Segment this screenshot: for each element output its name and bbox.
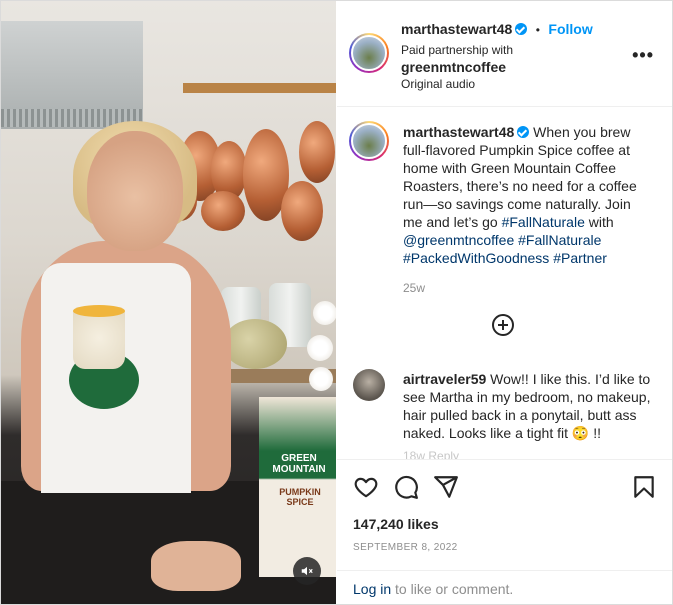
author-avatar[interactable]: [349, 33, 389, 73]
hashtag-link[interactable]: #FallNaturale: [518, 232, 601, 248]
post-details-panel: marthastewart48 • Follow Paid partnershi…: [337, 1, 672, 604]
separator-dot: •: [535, 23, 540, 37]
verified-icon: [515, 23, 528, 35]
copper-pan: [281, 181, 323, 241]
comment-button[interactable]: [393, 474, 419, 500]
author-avatar-image: [351, 35, 387, 71]
commenter-avatar[interactable]: [353, 369, 385, 401]
copper-pan: [299, 121, 335, 183]
box-brand-text: GREEN MOUNTAIN: [272, 453, 326, 475]
add-circle-icon[interactable]: [492, 314, 514, 336]
audio-link[interactable]: Original audio: [401, 77, 631, 91]
heart-icon: [354, 477, 378, 498]
bookmark-icon: [634, 476, 654, 498]
more-icon: •••: [632, 45, 654, 65]
author-username[interactable]: marthastewart48: [401, 21, 512, 37]
header-info: marthastewart48 • Follow Paid partnershi…: [401, 21, 631, 91]
k-cup: [309, 367, 333, 391]
verified-icon: [517, 126, 530, 138]
mute-icon: [301, 566, 313, 576]
share-icon: [434, 476, 458, 498]
caption-author[interactable]: marthastewart48: [403, 124, 514, 140]
like-button[interactable]: [353, 474, 379, 500]
hashtag-link[interactable]: #PackedWithGoodness: [403, 250, 549, 266]
post-frame: GREEN MOUNTAIN PUMPKIN SPICE marthastewa…: [0, 0, 673, 605]
partnership-label: Paid partnership with: [401, 43, 514, 57]
login-row: Log in to like or comment.: [337, 570, 672, 604]
login-rest: to like or comment.: [391, 581, 514, 597]
follow-button[interactable]: Follow: [548, 21, 592, 37]
login-prompt: Log in to like or comment.: [353, 581, 513, 597]
share-button[interactable]: [433, 474, 459, 500]
comment: airtraveler59 Wow!! I like this. I’d lik…: [403, 370, 655, 442]
decorative-pumpkin: [223, 319, 287, 369]
post-header: marthastewart48 • Follow Paid partnershi…: [337, 1, 672, 107]
k-cup: [307, 335, 333, 361]
person-face: [87, 131, 183, 251]
caption-time[interactable]: 25w: [403, 279, 653, 297]
comment-author[interactable]: airtraveler59: [403, 371, 486, 387]
box-flavor-text: PUMPKIN SPICE: [279, 487, 321, 507]
more-options-button[interactable]: •••: [632, 45, 654, 66]
coffee-mug-rim: [73, 305, 125, 317]
post-video[interactable]: GREEN MOUNTAIN PUMPKIN SPICE: [1, 1, 336, 604]
comment-icon: [395, 475, 418, 499]
person-hand: [151, 541, 241, 591]
mention-link[interactable]: @greenmtncoffee: [403, 232, 514, 248]
copper-pan: [201, 191, 245, 231]
caption: marthastewart48 When you brew full-flavo…: [403, 123, 653, 297]
action-bar: 147,240 likes SEPTEMBER 8, 2022 Log in t…: [337, 459, 672, 604]
caption-avatar-image: [351, 123, 387, 159]
pot-rail: [183, 83, 336, 93]
login-link[interactable]: Log in: [353, 581, 391, 597]
hashtag-link[interactable]: #Partner: [553, 250, 607, 266]
partner-link[interactable]: greenmtncoffee: [401, 59, 631, 75]
hashtag-link[interactable]: #FallNaturale: [502, 214, 585, 230]
save-button[interactable]: [631, 474, 657, 500]
post-date: SEPTEMBER 8, 2022: [353, 542, 458, 553]
mute-button[interactable]: [293, 557, 321, 585]
caption-text: with: [584, 214, 614, 230]
k-cup: [313, 301, 336, 325]
caption-avatar[interactable]: [349, 121, 389, 161]
likes-count[interactable]: 147,240 likes: [353, 516, 439, 532]
